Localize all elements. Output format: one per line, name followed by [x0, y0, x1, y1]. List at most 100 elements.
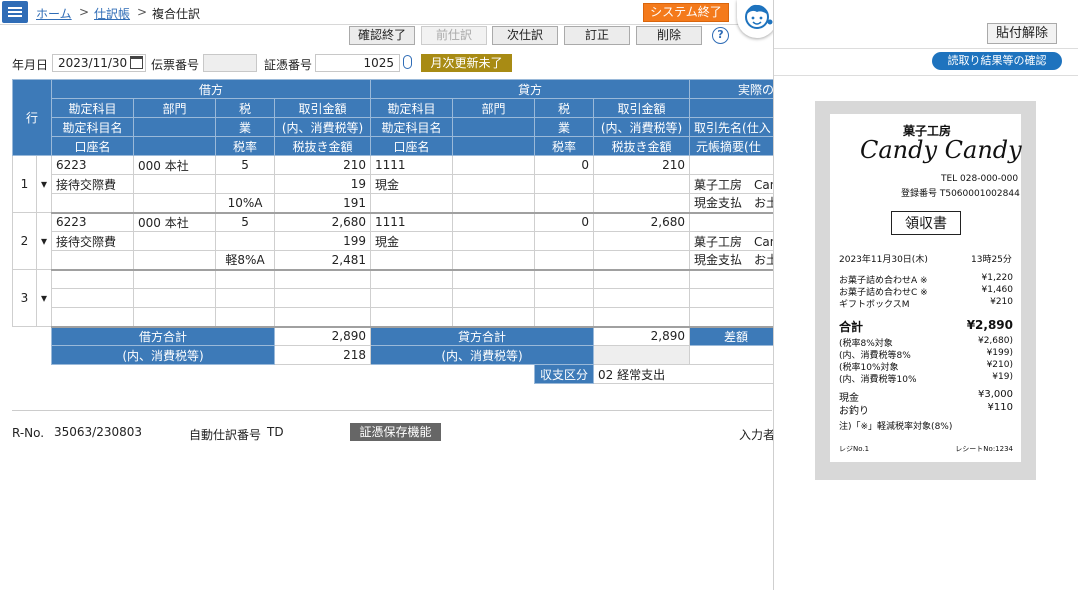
assistant-avatar-icon[interactable] [737, 0, 777, 38]
partner-name[interactable]: 菓子工房 Can [689, 231, 784, 251]
row-menu-icon[interactable]: ▾ [35, 269, 53, 327]
table-row[interactable]: 2 ▾ 6223 000 本社 5 2,680 1111 0 2,680 [12, 212, 784, 270]
rno-label: R-No. [12, 426, 45, 440]
monthly-status-badge: 月次更新未了 [421, 54, 512, 72]
debit-dept[interactable]: 000 本社 [133, 212, 217, 232]
debit-account-code[interactable]: 6223 [51, 212, 135, 232]
system-end-button[interactable]: システム終了 [643, 3, 729, 22]
page-title: 複合仕訳 [152, 7, 201, 21]
debit-excl-amount[interactable]: 191 [274, 193, 372, 214]
row-number: 2 [12, 212, 37, 270]
debit-account-code[interactable]: 6223 [51, 155, 135, 175]
confirm-end-button[interactable]: 確認終了 [349, 26, 415, 45]
income-class-label: 収支区分 [534, 364, 595, 384]
receipt-item-name: ギフトボックスM [839, 300, 910, 310]
help-icon[interactable]: ? [712, 27, 729, 44]
credit-amount[interactable]: 210 [593, 155, 691, 175]
debit-header: 借方 [51, 79, 372, 99]
debit-dept-header: 部門 [133, 98, 217, 118]
debit-total-label: 借方合計 [51, 326, 276, 346]
breadcrumb-home[interactable]: ホーム [36, 5, 72, 22]
divider [12, 410, 772, 411]
row-header: 行 [11, 79, 53, 156]
receipt-breakdown-value: ¥199) [986, 348, 1013, 358]
credit-rate-header: 税率 [534, 136, 595, 156]
table-row[interactable]: 10%A 191 現金支払 お土 [13, 193, 784, 214]
auto-journal-field: TD [262, 424, 344, 442]
debit-dept[interactable]: 000 本社 [133, 155, 217, 175]
debit-excl-amount[interactable]: 2,481 [274, 250, 372, 271]
credit-amount[interactable]: 2,680 [593, 212, 691, 232]
credit-dept[interactable] [452, 155, 536, 175]
table-row[interactable]: 軽8%A 2,481 現金支払 お土 [13, 250, 784, 271]
credit-account-name[interactable]: 現金 [370, 174, 454, 194]
table-row[interactable]: 接待交際費 199 現金 菓子工房 Can [13, 231, 784, 251]
breadcrumb-separator: > [79, 5, 90, 19]
delete-button[interactable]: 削除 [636, 26, 702, 45]
receipt-cash: ¥3,000 [978, 389, 1013, 400]
next-entry-button[interactable]: 次仕訳 [492, 26, 558, 45]
actual-cell[interactable] [689, 155, 784, 175]
row-number: 3 [12, 269, 37, 327]
receipt-breakdown-value: ¥2,680) [977, 336, 1013, 346]
table-row[interactable]: 3 ▾ [12, 269, 784, 327]
credit-account-name[interactable]: 現金 [370, 231, 454, 251]
table-row[interactable]: 1 ▾ 6223 000 本社 5 210 1111 0 210 [12, 155, 784, 213]
credit-header: 貸方 [370, 79, 691, 99]
credit-tax-code[interactable]: 0 [534, 212, 595, 232]
correct-button[interactable]: 訂正 [564, 26, 630, 45]
breadcrumb-ledger[interactable]: 仕訳帳 [94, 5, 130, 22]
credit-account-code[interactable]: 1111 [370, 212, 454, 232]
debit-account-name[interactable]: 接待交際費 [51, 174, 135, 194]
debit-tax-code[interactable]: 5 [215, 155, 276, 175]
calendar-icon[interactable] [130, 56, 143, 69]
credit-bank-header: 口座名 [370, 136, 454, 156]
receipt-item-price: ¥1,460 [981, 285, 1014, 295]
debit-account-name[interactable]: 接待交際費 [51, 231, 135, 251]
slip-number-field[interactable] [203, 54, 257, 72]
debit-incl-tax-header: (内、消費税等) [274, 117, 372, 137]
table-row[interactable]: 接待交際費 19 現金 菓子工房 Can [13, 174, 784, 194]
memo[interactable]: 現金支払 お土 [689, 250, 784, 271]
credit-dept[interactable] [452, 212, 536, 232]
receipt-total-label: 合計 [839, 320, 864, 334]
debit-total: 2,890 [274, 326, 372, 346]
receipt-change-label: お釣り [839, 406, 869, 417]
hamburger-menu-icon[interactable] [2, 1, 28, 23]
actual-header: 実際の [689, 79, 784, 99]
receipt-item-price: ¥1,220 [981, 273, 1014, 283]
receipt-number: レシートNo:1234 [955, 445, 1013, 453]
voucher-number-field[interactable]: 1025 [315, 54, 400, 72]
slip-number-label: 伝票番号 [151, 58, 200, 72]
debit-tax-amount[interactable]: 19 [274, 174, 372, 194]
memo-header: 元帳摘要(仕 [689, 136, 784, 156]
table-row[interactable] [13, 307, 784, 328]
paperclip-icon[interactable] [403, 55, 412, 69]
credit-tax-total [593, 345, 691, 365]
debit-tax-rate[interactable]: 10%A [215, 193, 276, 214]
receipt-change: ¥110 [987, 402, 1013, 413]
voucher-save-button[interactable]: 証憑保存機能 [350, 423, 441, 441]
receipt-date: 2023年11月30日(木) [839, 255, 928, 265]
credit-account-code[interactable]: 1111 [370, 155, 454, 175]
divider [774, 75, 1078, 76]
actual-cell[interactable] [689, 212, 784, 232]
prev-entry-button[interactable]: 前仕訳 [421, 26, 487, 45]
credit-tax-code[interactable]: 0 [534, 155, 595, 175]
table-row[interactable] [13, 288, 784, 308]
row-menu-icon[interactable]: ▾ [35, 212, 53, 270]
debit-account-header: 勘定科目 [51, 98, 135, 118]
memo[interactable]: 現金支払 お土 [689, 193, 784, 214]
breadcrumb-separator: > [137, 5, 148, 19]
credit-incl-tax-header: (内、消費税等) [593, 117, 691, 137]
partner-name[interactable]: 菓子工房 Can [689, 174, 784, 194]
debit-amount[interactable]: 210 [274, 155, 372, 175]
confirm-reading-button[interactable]: 読取り結果等の確認 [932, 52, 1062, 70]
row-menu-icon[interactable]: ▾ [35, 155, 53, 213]
debit-tax-rate[interactable]: 軽8%A [215, 250, 276, 271]
debit-tax-code[interactable]: 5 [215, 212, 276, 232]
income-class-field[interactable]: 02 経常支出 [593, 364, 784, 384]
debit-tax-amount[interactable]: 199 [274, 231, 372, 251]
detach-button[interactable]: 貼付解除 [987, 23, 1057, 44]
debit-amount[interactable]: 2,680 [274, 212, 372, 232]
